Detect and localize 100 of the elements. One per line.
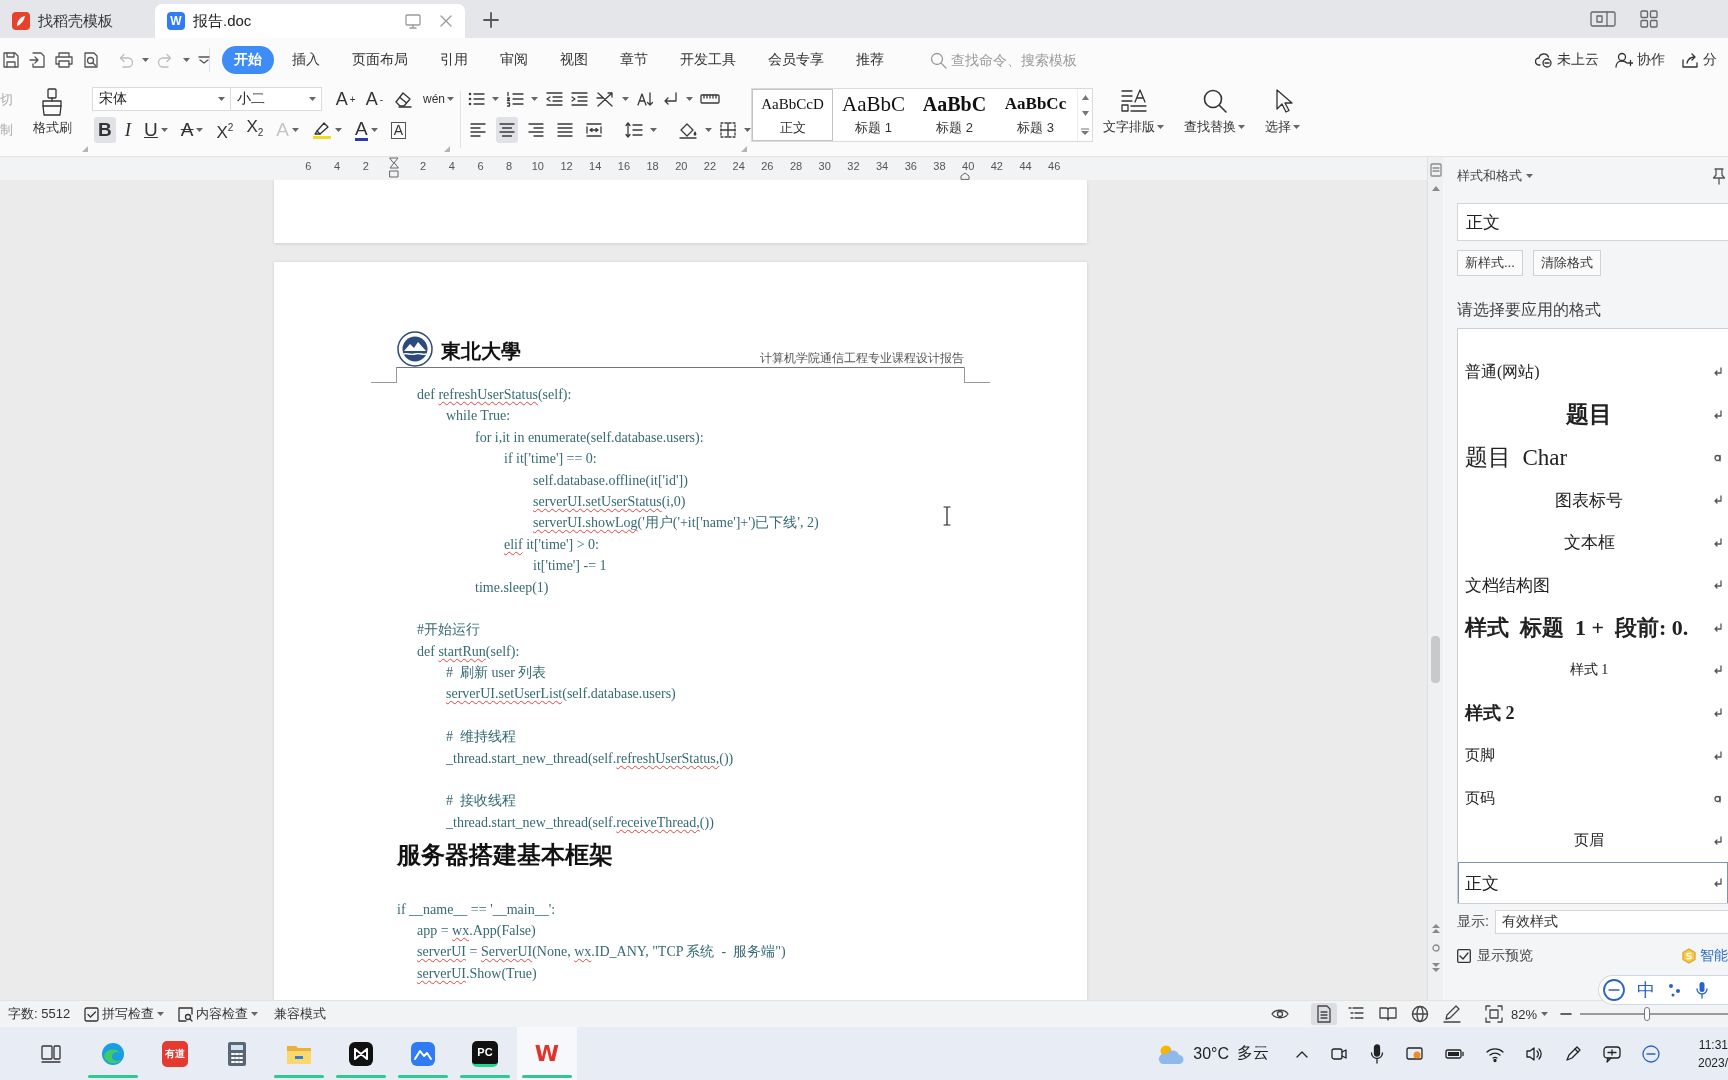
taskbar-button[interactable]: PC [455,1027,515,1080]
pin-icon[interactable] [1712,167,1726,185]
dots-icon[interactable] [1667,982,1683,998]
caret-icon[interactable] [650,128,658,132]
style-item[interactable]: 文本框 [1458,521,1728,564]
monitor-icon[interactable] [405,13,421,29]
caret-icon[interactable] [160,128,168,132]
decrease-indent-icon[interactable] [545,90,563,108]
caret-icon[interactable] [686,97,693,101]
bold-button[interactable]: B [94,117,116,143]
caret-icon[interactable] [217,97,225,101]
content-check-button[interactable]: 内容检查 [178,1005,259,1023]
scroll-up-icon[interactable] [1431,186,1440,191]
panel-menu-button[interactable]: 样式和格式 [1457,167,1533,185]
style-item[interactable]: 正文 [1458,862,1728,903]
caret-icon[interactable] [1526,174,1533,178]
ribbon-tab[interactable]: 审阅 [484,46,544,74]
clear-formatting-button[interactable]: 清除格式 [1532,250,1601,276]
scroll-thumb[interactable] [1431,636,1440,683]
ime-mode[interactable]: 中 [1637,978,1655,1002]
caret-icon[interactable] [142,58,149,62]
window-mode-icon[interactable] [1590,10,1616,28]
font-size-field[interactable]: 小二 [230,87,322,111]
style-item[interactable]: 样式 标题 1 + 段前: 0. [1458,606,1728,650]
grid-icon[interactable] [1640,10,1658,28]
caret-icon[interactable] [1238,125,1245,129]
collaborate-button[interactable]: 协作 [1615,51,1665,69]
cross-arrows-icon[interactable] [595,90,615,108]
zoom-level-button[interactable]: 82% [1510,1006,1548,1022]
caret-icon[interactable] [622,97,629,101]
strikethrough-button[interactable]: A [176,117,208,143]
style-item[interactable]: 样式 2 [1458,691,1728,735]
ribbon-tab[interactable]: 引用 [424,46,484,74]
ribbon-tab[interactable]: 推荐 [840,46,900,74]
find-replace-button[interactable]: 查找替换 [1184,88,1245,156]
print-icon[interactable] [54,51,74,69]
right-indent-marker-icon[interactable] [960,172,970,180]
format-painter-button[interactable]: 格式刷 [26,82,78,156]
plus-icon[interactable] [483,12,499,28]
paint-bucket-icon[interactable] [678,121,698,139]
caret-icon[interactable] [370,128,378,132]
print-preview-icon[interactable] [82,51,100,69]
style-preset[interactable]: AaBbCcD 正文 [752,89,833,141]
caret-icon[interactable] [196,128,204,132]
zoom-slider-thumb[interactable] [1643,1007,1650,1021]
bullet-list-icon[interactable] [467,90,485,108]
select-button[interactable]: 选择 [1265,88,1300,156]
ribbon-tab[interactable]: 页面布局 [336,46,424,74]
shrink-font-button[interactable]: A$^{-}$ [365,86,383,112]
style-item[interactable]: 题目 [1458,393,1728,437]
style-item[interactable]: 页码 [1458,776,1728,820]
numbered-list-icon[interactable] [506,90,524,108]
scroll-down-icon[interactable] [1081,111,1089,117]
subscript-button[interactable]: X$_{2}$ [242,117,268,143]
text-layout-button[interactable]: 文字排版 [1103,88,1164,156]
caret-icon[interactable] [705,128,712,132]
page-up-icon[interactable] [1431,924,1440,933]
taskbar-button[interactable]: W [517,1027,577,1080]
borders-icon[interactable] [719,121,737,139]
character-border-button[interactable]: A [386,117,410,143]
page-view-button[interactable] [1310,1003,1337,1025]
preview-checkbox[interactable] [1457,949,1471,963]
italic-button[interactable]: I [120,117,136,143]
ribbon-tab[interactable]: 章节 [604,46,664,74]
eraser-icon[interactable] [393,90,413,108]
caret-icon[interactable] [1157,125,1164,129]
style-item[interactable]: 题目 Char [1458,436,1728,479]
style-item[interactable]: 页眉 [1458,819,1728,863]
taskbar-button[interactable]: 有道 [145,1027,205,1080]
new-style-button[interactable]: 新样式... [1457,250,1523,276]
current-style-field[interactable]: 正文 [1457,203,1728,241]
style-item[interactable]: 样式 1 [1458,649,1728,692]
style-preset[interactable]: AaBbCc 标题 3 [995,89,1076,141]
caret-icon[interactable] [447,97,454,101]
microphone-icon[interactable] [1369,1043,1385,1064]
caret-icon[interactable] [1541,1012,1548,1016]
font-color-button[interactable]: A [351,117,382,143]
indent-marker-icon[interactable] [389,157,400,179]
cloud-status-button[interactable]: 未上云 [1535,51,1599,69]
grow-font-button[interactable]: A$^{+}$ [335,86,356,112]
align-center-button[interactable] [495,117,518,143]
caret-icon[interactable] [183,58,190,62]
chat-bubble-icon[interactable] [1603,1044,1621,1063]
minus-circle-icon[interactable] [1642,1044,1660,1063]
style-item[interactable]: 普通(网站) [1458,351,1728,394]
font-name-field[interactable]: 宋体 [92,87,231,111]
caret-icon[interactable] [308,97,316,101]
document-tab[interactable]: W 报告.doc [155,4,465,38]
caret-icon[interactable] [492,97,499,101]
page-down-icon[interactable] [1431,963,1440,972]
fit-page-icon[interactable] [1484,1005,1503,1023]
expand-icon[interactable] [1081,128,1089,136]
close-icon[interactable] [439,14,453,28]
document-tab[interactable]: 找稻壳模板 [0,4,152,38]
style-item[interactable]: 图表标号 [1458,478,1728,522]
minus-circle-icon[interactable] [1603,979,1625,1001]
ribbon-tab[interactable]: 插入 [276,46,336,74]
increase-indent-icon[interactable] [570,90,588,108]
style-item[interactable]: 文档结构图 [1458,563,1728,607]
spell-check-button[interactable]: 拼写检查 [84,1005,165,1023]
